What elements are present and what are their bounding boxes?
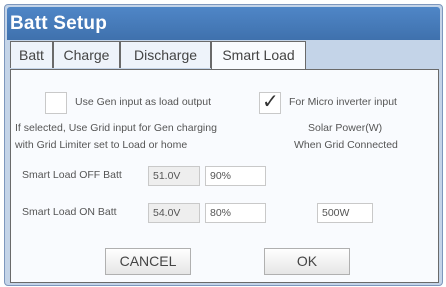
checkmark-icon: ✓	[262, 91, 279, 113]
cancel-button[interactable]: CANCEL	[105, 248, 191, 275]
tab-charge[interactable]: Charge	[53, 41, 120, 68]
smart-load-panel: Use Gen input as load output ✓ For Micro…	[10, 69, 439, 283]
micro-inverter-label: For Micro inverter input	[289, 96, 397, 108]
smart-load-off-voltage-field[interactable]: 51.0V	[148, 166, 200, 186]
ok-button[interactable]: OK	[264, 248, 350, 275]
use-gen-input-checkbox[interactable]	[45, 92, 67, 114]
solar-power-field[interactable]: 500W	[317, 203, 373, 223]
tab-batt[interactable]: Batt	[10, 41, 53, 68]
micro-inverter-checkbox[interactable]: ✓	[259, 91, 281, 114]
note-grid-limiter: with Grid Limiter set to Load or home	[15, 139, 188, 151]
batt-setup-window: Batt Setup Batt Charge Discharge Smart L…	[4, 4, 443, 286]
note-grid-connected: When Grid Connected	[294, 139, 398, 151]
note-gen-charging: If selected, Use Grid input for Gen char…	[15, 122, 217, 134]
window-title: Batt Setup	[10, 13, 107, 34]
title-bar: Batt Setup	[7, 7, 440, 40]
use-gen-input-label: Use Gen input as load output	[75, 96, 212, 108]
smart-load-off-percent-field[interactable]: 90%	[205, 166, 266, 186]
tab-discharge[interactable]: Discharge	[120, 41, 211, 68]
note-solar-power: Solar Power(W)	[308, 122, 383, 134]
smart-load-on-percent-field[interactable]: 80%	[205, 203, 266, 223]
tab-smart-load[interactable]: Smart Load	[211, 41, 306, 70]
smart-load-on-voltage-field[interactable]: 54.0V	[148, 203, 200, 223]
smart-load-off-label: Smart Load OFF Batt	[22, 169, 122, 181]
smart-load-on-label: Smart Load ON Batt	[22, 206, 117, 218]
